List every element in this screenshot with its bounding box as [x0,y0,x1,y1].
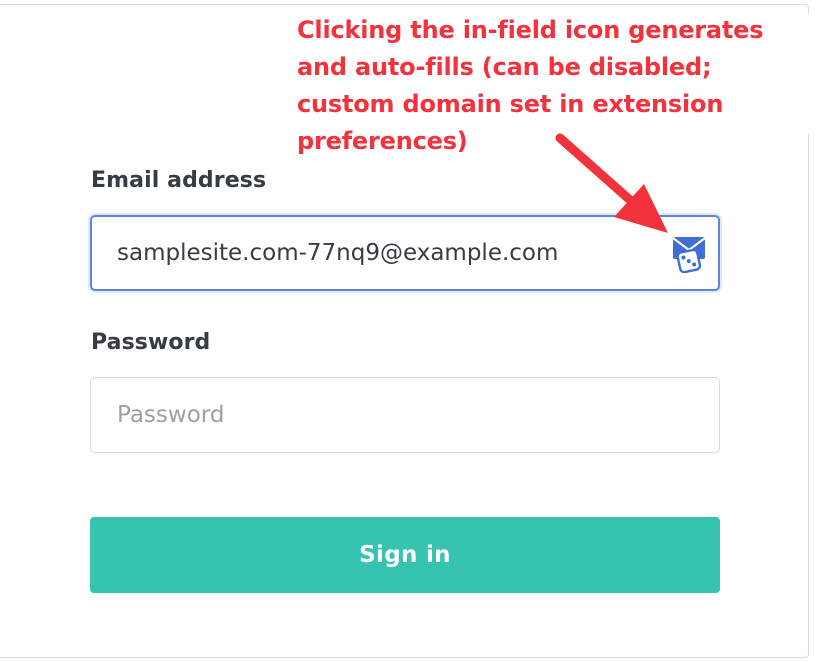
annotation-line-1: Clicking the in-field icon generates [297,16,764,44]
password-field-container [90,377,720,453]
annotation-line-4: preferences) [297,127,468,155]
password-field[interactable] [91,378,719,452]
email-label: Email address [91,168,267,193]
email-field-container [90,215,720,291]
envelope-dice-icon[interactable] [672,235,706,274]
email-field[interactable] [92,217,718,289]
annotation-line-3: custom domain set in extension [297,90,724,118]
sign-in-button[interactable]: Sign in [90,517,720,593]
annotation-line-2: and auto-fills (can be disabled; [297,53,712,81]
annotation-callout: Clicking the in-field icon generates and… [297,12,797,160]
page: Clicking the in-field icon generates and… [0,0,822,662]
password-label: Password [91,330,211,355]
